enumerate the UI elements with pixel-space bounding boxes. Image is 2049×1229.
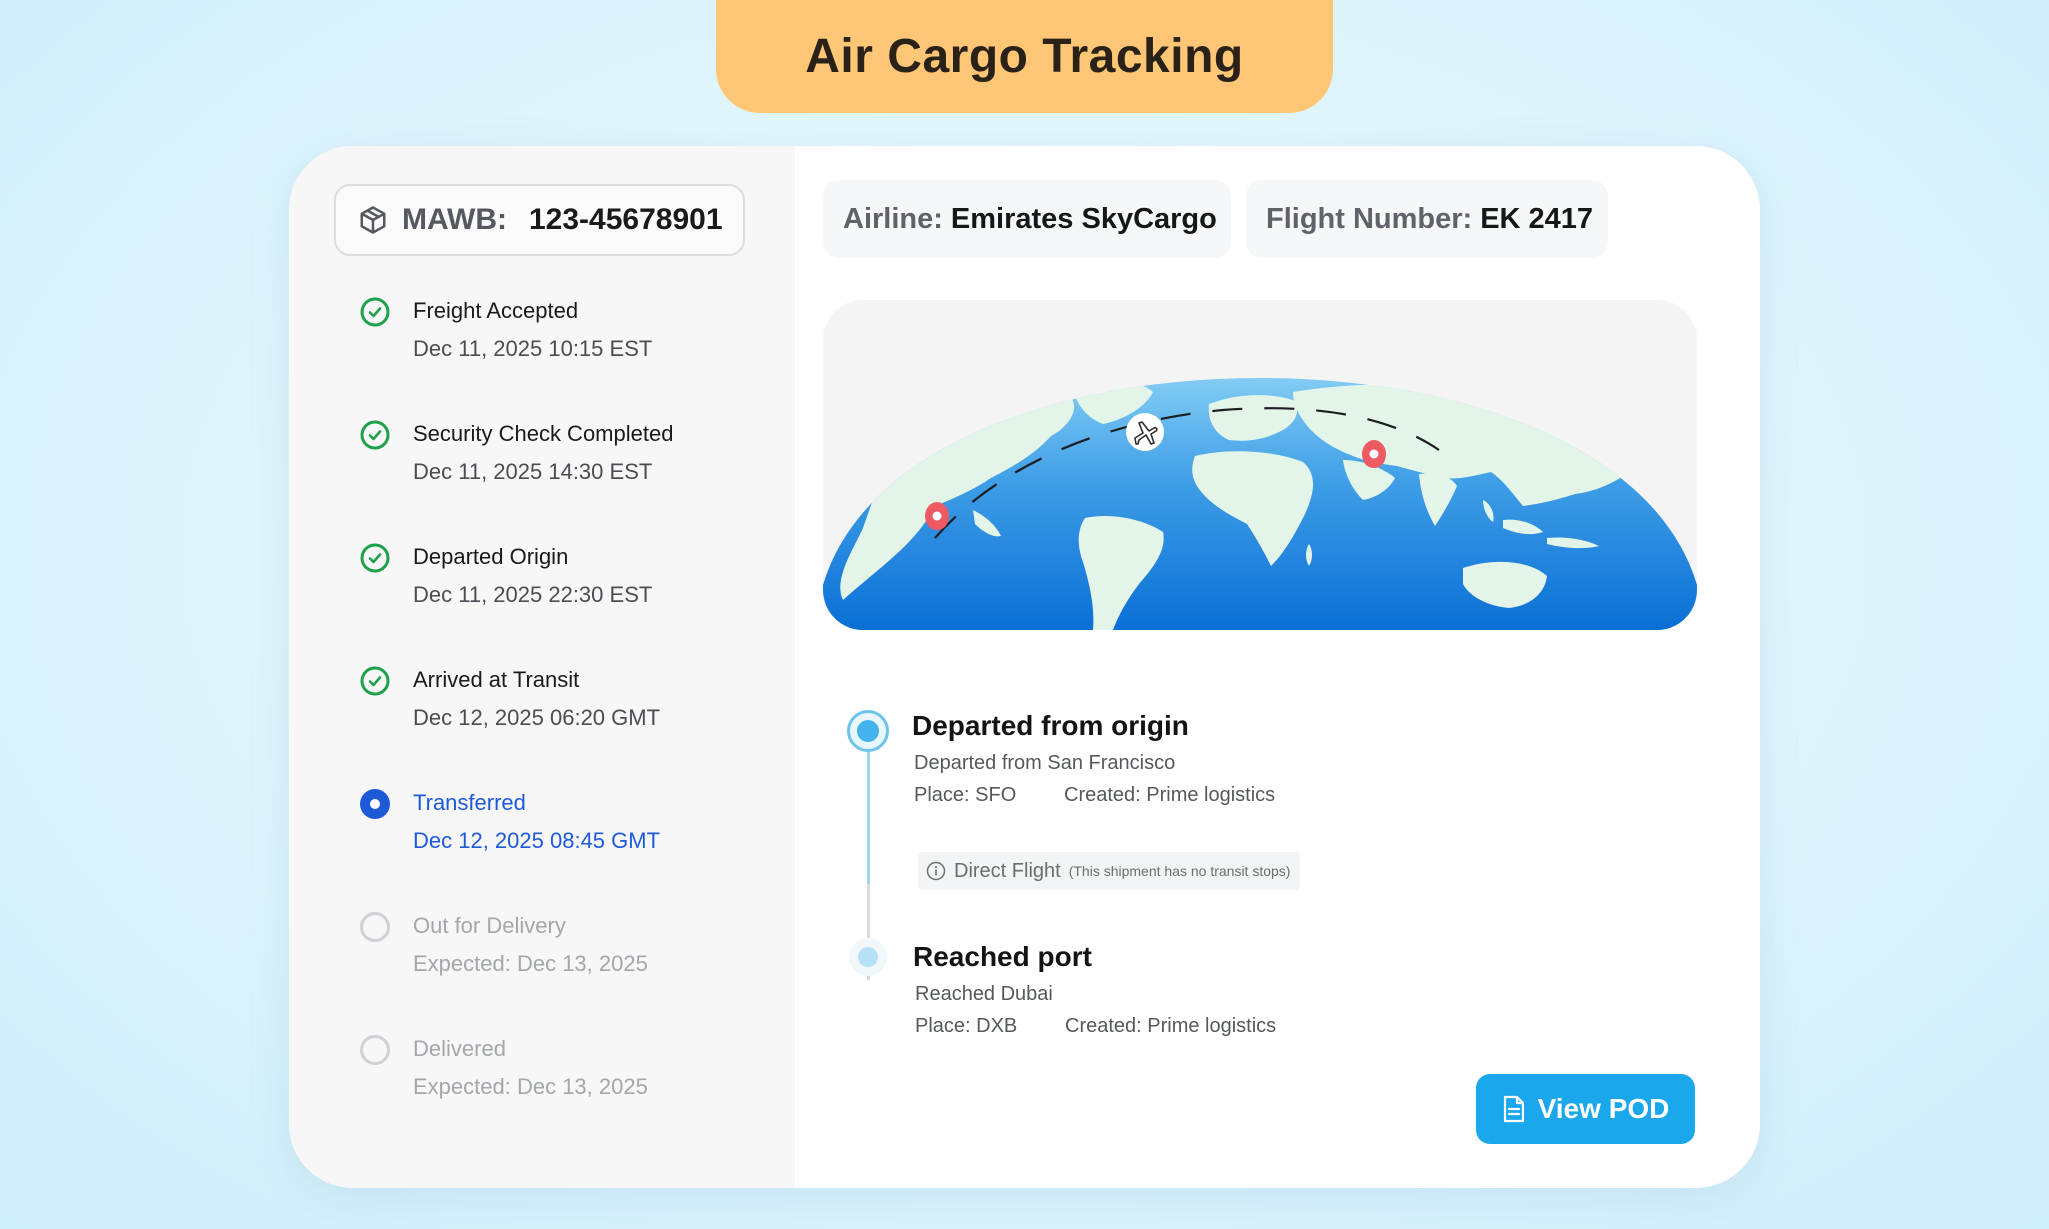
info-icon: [926, 861, 946, 881]
event-subtitle: Departed from San Francisco: [914, 752, 1176, 774]
document-icon: [1503, 1095, 1524, 1123]
event-marker-active: [847, 710, 889, 752]
event-place: Place: SFO: [914, 784, 1017, 806]
view-pod-button[interactable]: View POD: [1476, 1074, 1695, 1144]
direct-flight-label: Direct Flight: [954, 859, 1061, 882]
direct-flight-note: Direct Flight (This shipment has no tran…: [918, 852, 1301, 890]
event-created: Created: Prime logistics: [1064, 784, 1276, 806]
page-title: Air Cargo Tracking: [716, 0, 1333, 113]
timeline-line: [867, 734, 870, 884]
event-place: Place: DXB: [915, 1015, 1018, 1037]
direct-flight-detail: (This shipment has no transit stops): [1068, 863, 1291, 879]
event-title: Reached port: [913, 941, 1092, 972]
event-subtitle: Reached Dubai: [915, 983, 1053, 1005]
event-marker-upcoming: [849, 938, 887, 976]
view-pod-label: View POD: [1537, 1093, 1670, 1124]
tracking-card: MAWB: 123-45678901 Freight Accepted Dec …: [289, 146, 1760, 1188]
event-created: Created: Prime logistics: [1065, 1015, 1277, 1037]
event-title: Departed from origin: [912, 710, 1189, 741]
